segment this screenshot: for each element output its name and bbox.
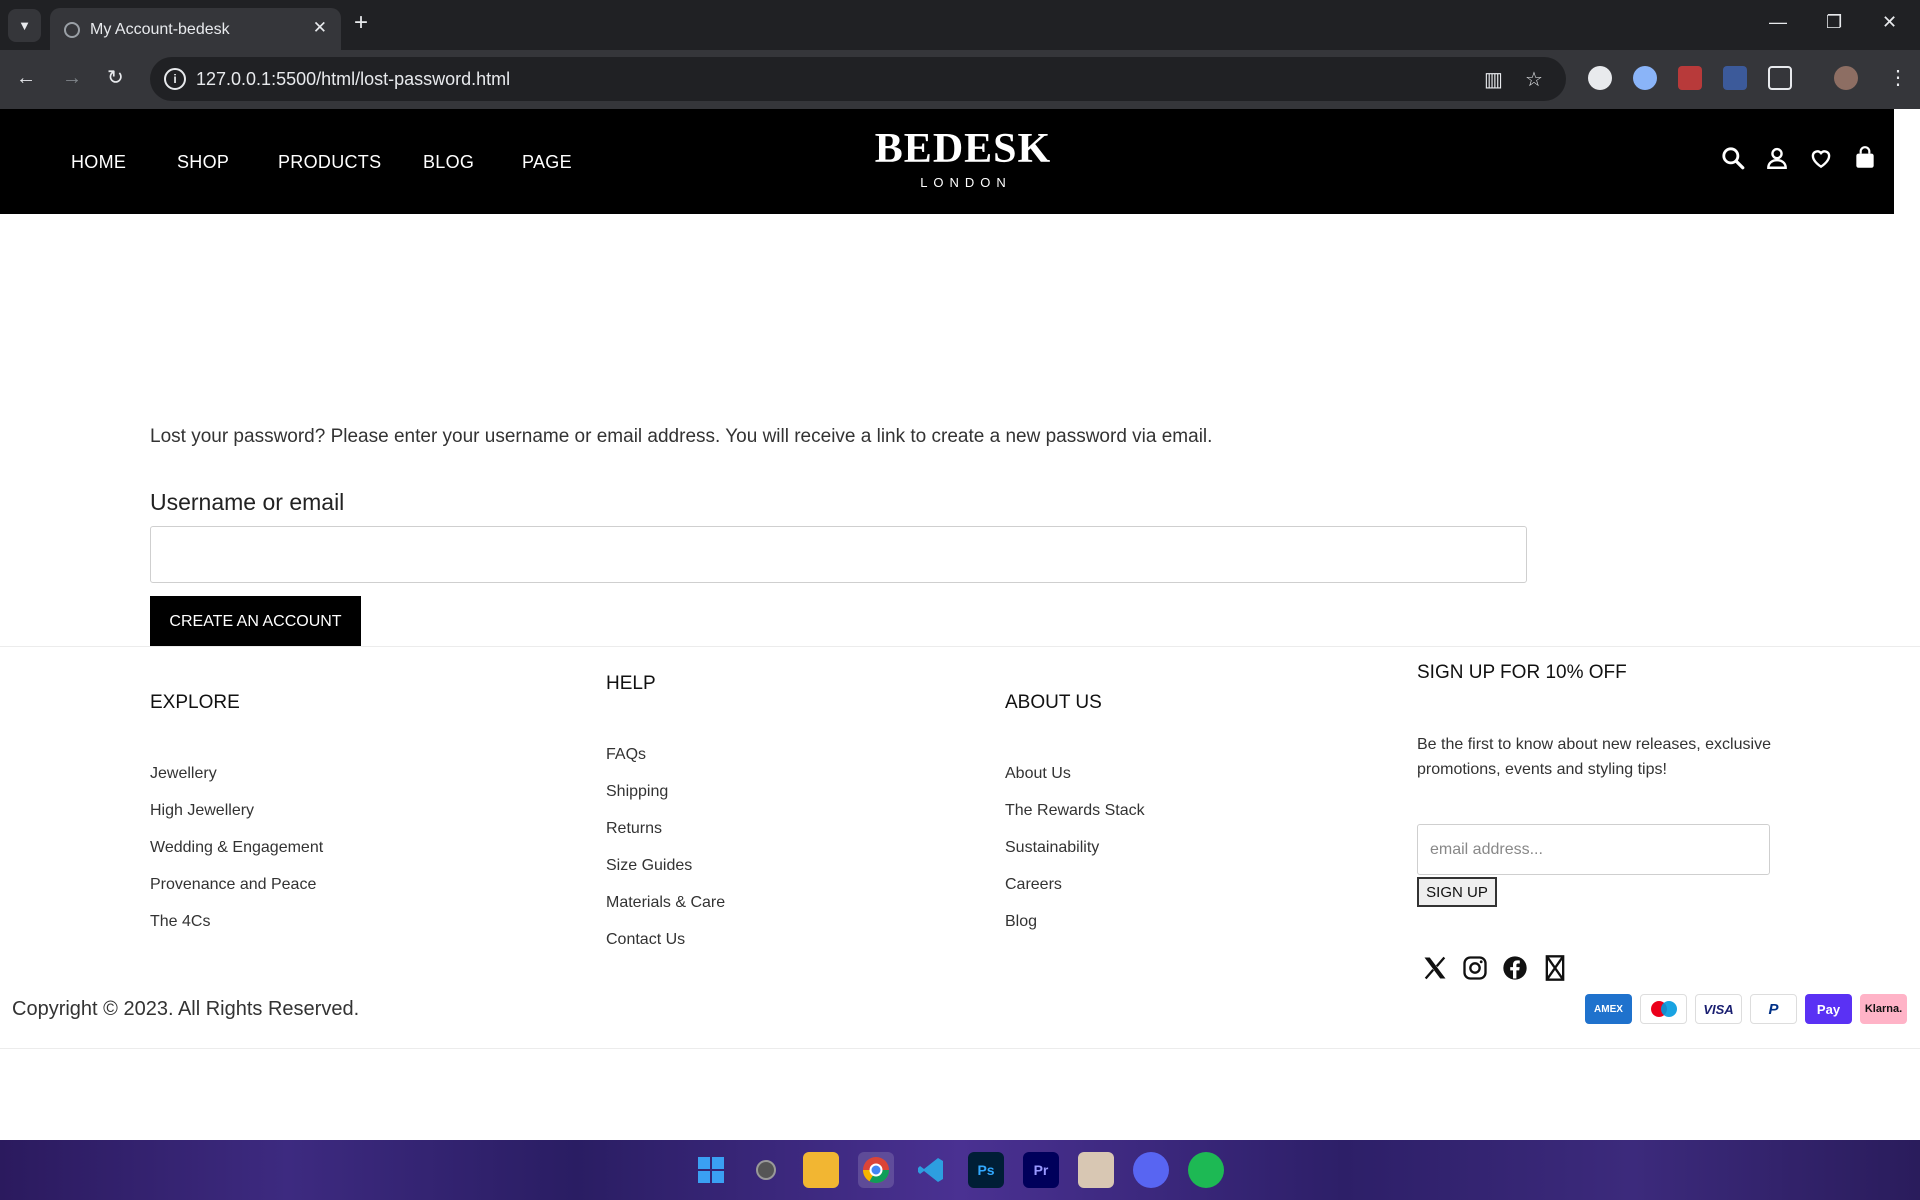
menu-dots-icon[interactable]: ⋮: [1888, 66, 1908, 90]
footer-link-blog[interactable]: Blog: [1005, 913, 1037, 931]
nav-shop[interactable]: SHOP: [177, 152, 229, 173]
footer-link-size-guides[interactable]: Size Guides: [606, 857, 692, 875]
eyedropper-icon[interactable]: [1723, 66, 1747, 90]
about-title: ABOUT US: [1005, 692, 1102, 713]
footer-link-shipping[interactable]: Shipping: [606, 783, 668, 801]
footer-link-jewellery[interactable]: Jewellery: [150, 765, 217, 783]
shop-pay-icon: Pay: [1805, 994, 1852, 1024]
reload-icon[interactable]: ↻: [107, 66, 124, 90]
help-title: HELP: [606, 673, 656, 694]
photoshop-icon[interactable]: Ps: [968, 1152, 1004, 1188]
browser-toolbar: ← → ↻ i 127.0.0.1:5500/html/lost-passwor…: [0, 50, 1920, 109]
restore-icon[interactable]: ❐: [1826, 12, 1842, 33]
file-explorer-icon[interactable]: [803, 1152, 839, 1188]
app-icon[interactable]: [1078, 1152, 1114, 1188]
logo-subtitle: LONDON: [920, 175, 1012, 190]
bookmark-star-icon[interactable]: ☆: [1525, 67, 1543, 92]
tab-search-button[interactable]: ▼: [8, 9, 41, 42]
x-icon[interactable]: [1421, 954, 1449, 982]
url-text: 127.0.0.1:5500/html/lost-password.html: [196, 69, 511, 89]
shopping-bag-icon[interactable]: [1852, 145, 1878, 171]
visa-icon: VISA: [1695, 994, 1742, 1024]
footer-link-4cs[interactable]: The 4Cs: [150, 913, 210, 931]
maestro-icon: [1640, 994, 1687, 1024]
os-taskbar: Ps Pr: [0, 1140, 1920, 1200]
user-icon[interactable]: [1764, 145, 1790, 171]
spotify-icon[interactable]: [1188, 1152, 1224, 1188]
facebook-icon[interactable]: [1501, 954, 1529, 982]
heart-icon[interactable]: [1808, 145, 1834, 171]
premiere-icon[interactable]: Pr: [1023, 1152, 1059, 1188]
signup-title: SIGN UP FOR 10% OFF: [1417, 662, 1627, 683]
nav-home[interactable]: HOME: [71, 152, 126, 173]
globe-icon: [64, 22, 80, 38]
instructions-text: Lost your password? Please enter your us…: [150, 426, 1213, 447]
close-window-icon[interactable]: ✕: [1882, 12, 1897, 33]
nav-products[interactable]: PRODUCTS: [278, 152, 381, 173]
chrome-icon[interactable]: [858, 1152, 894, 1188]
nav-page[interactable]: PAGE: [522, 152, 572, 173]
paypal-icon: P: [1750, 994, 1797, 1024]
copyright-text: Copyright © 2023. All Rights Reserved.: [12, 998, 360, 1020]
signup-description: Be the first to know about new releases,…: [1417, 736, 1771, 778]
klarna-icon: Klarna.: [1860, 994, 1907, 1024]
section-divider: [0, 646, 1920, 647]
extension-icon[interactable]: [1633, 66, 1657, 90]
signup-button[interactable]: SIGN UP: [1417, 877, 1497, 907]
site-header: HOME SHOP PRODUCTS BLOG PAGE BEDESK LOND…: [0, 109, 1894, 214]
footer-link-about[interactable]: About Us: [1005, 765, 1071, 783]
footer-link-wedding[interactable]: Wedding & Engagement: [150, 839, 323, 857]
footer-link-faqs[interactable]: FAQs: [606, 746, 646, 764]
back-icon[interactable]: ←: [16, 66, 36, 90]
footer-link-provenance[interactable]: Provenance and Peace: [150, 876, 316, 894]
x-box-icon[interactable]: [1541, 954, 1569, 982]
newsletter-email-input[interactable]: email address...: [1417, 824, 1770, 875]
discord-icon[interactable]: [1133, 1152, 1169, 1188]
extension-icon[interactable]: [1588, 66, 1612, 90]
footer-link-rewards[interactable]: The Rewards Stack: [1005, 802, 1145, 820]
footer-link-sustainability[interactable]: Sustainability: [1005, 839, 1099, 857]
site-info-icon[interactable]: i: [164, 68, 186, 90]
close-tab-icon[interactable]: ✕: [313, 18, 327, 38]
windows-start-icon[interactable]: [693, 1152, 729, 1188]
forward-icon[interactable]: →: [62, 66, 82, 90]
footer-link-careers[interactable]: Careers: [1005, 876, 1062, 894]
footer-link-high-jewellery[interactable]: High Jewellery: [150, 802, 254, 820]
minimize-icon[interactable]: —: [1769, 12, 1787, 33]
address-bar[interactable]: i 127.0.0.1:5500/html/lost-password.html…: [150, 57, 1566, 101]
search-icon[interactable]: [1720, 145, 1746, 171]
search-taskbar-icon[interactable]: [748, 1152, 784, 1188]
extensions-puzzle-icon[interactable]: [1768, 66, 1792, 90]
tab-title: My Account-bedesk: [90, 21, 230, 38]
new-tab-button[interactable]: +: [354, 11, 368, 35]
translate-icon[interactable]: ▥: [1484, 67, 1503, 92]
explore-title: EXPLORE: [150, 692, 240, 713]
footer-link-materials[interactable]: Materials & Care: [606, 894, 725, 912]
footer-link-contact[interactable]: Contact Us: [606, 931, 685, 949]
browser-tabstrip: ▼ My Account-bedesk ✕ + — ❐ ✕: [0, 0, 1920, 50]
extension-icon[interactable]: [1678, 66, 1702, 90]
nav-blog[interactable]: BLOG: [423, 152, 474, 173]
username-email-input[interactable]: [150, 526, 1527, 583]
profile-avatar[interactable]: [1834, 66, 1858, 90]
create-account-button[interactable]: CREATE AN ACCOUNT: [150, 596, 361, 647]
logo-wordmark: BEDESK: [874, 126, 1052, 172]
footer-divider: [0, 1048, 1920, 1049]
amex-icon: AMEX: [1585, 994, 1632, 1024]
footer-link-returns[interactable]: Returns: [606, 820, 662, 838]
instagram-icon[interactable]: [1461, 954, 1489, 982]
username-email-label: Username or email: [150, 489, 345, 515]
vscode-icon[interactable]: [913, 1152, 949, 1188]
browser-tab[interactable]: My Account-bedesk ✕: [50, 8, 341, 50]
site-logo[interactable]: BEDESK LONDON: [868, 127, 1058, 190]
